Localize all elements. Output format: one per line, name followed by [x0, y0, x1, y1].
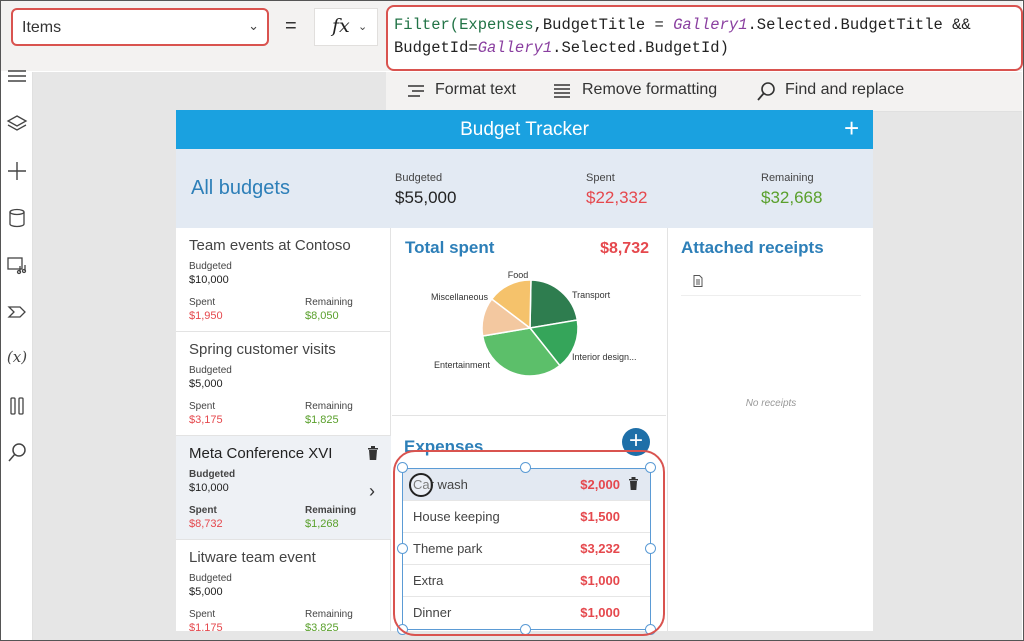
- formula-part: .Selected.BudgetId): [552, 39, 729, 57]
- remove-formatting-label: Remove formatting: [582, 81, 718, 98]
- remaining-label: Remaining: [761, 172, 814, 184]
- formula-control: Gallery1: [477, 39, 553, 57]
- remove-formatting-icon: [554, 84, 570, 98]
- app-title: Budget Tracker: [460, 119, 589, 140]
- plus-icon[interactable]: [6, 160, 28, 182]
- budget-name: Spring customer visits: [189, 341, 336, 358]
- variables-icon[interactable]: (x): [6, 348, 28, 370]
- budgeted-value: $55,000: [395, 188, 457, 207]
- budget-name: Meta Conference XVI: [189, 445, 333, 462]
- budgeted-label: Budgeted: [189, 365, 232, 376]
- divider: [681, 295, 861, 296]
- trash-icon[interactable]: [367, 446, 379, 460]
- highlight-outline: [393, 450, 665, 636]
- remaining-label: Remaining: [305, 505, 357, 516]
- budgeted-label: Budgeted: [189, 573, 232, 584]
- no-receipts-text: No receipts: [745, 398, 797, 409]
- search-icon[interactable]: [6, 442, 28, 464]
- pie-label-3: Miscellaneous: [431, 292, 489, 302]
- formula-part: ,BudgetTitle =: [533, 16, 674, 34]
- function-button[interactable]: fx ⌄: [314, 8, 378, 46]
- budgeted-value: $10,000: [189, 482, 229, 494]
- remaining-label: Remaining: [305, 401, 353, 412]
- format-text-label: Format text: [435, 81, 516, 98]
- spent-label: Spent: [189, 609, 216, 620]
- spent-label: Spent: [189, 297, 216, 308]
- receipts-panel: Attached receipts No receipts: [667, 228, 873, 631]
- spent-label: Spent: [189, 505, 217, 516]
- spent-label: Spent: [189, 401, 216, 412]
- media-icon[interactable]: [6, 254, 28, 276]
- formula-input[interactable]: Filter(Expenses,BudgetTitle = Gallery1.S…: [386, 5, 1023, 71]
- budget-item[interactable]: Spring customer visits Budgeted $5,000 S…: [176, 332, 391, 436]
- formula-function: Filter(: [394, 16, 460, 34]
- budgets-gallery: Team events at Contoso Budgeted $10,000 …: [176, 228, 391, 631]
- spent-value: $8,732: [189, 518, 223, 530]
- budget-item-selected[interactable]: Meta Conference XVI Budgeted $10,000 › S…: [176, 436, 391, 540]
- formula-control: Gallery1: [673, 16, 748, 34]
- left-rail: (x): [1, 70, 33, 640]
- equals-sign: =: [285, 15, 297, 37]
- expense-pie-chart: Transport Interior design... Entertainment…: [431, 270, 637, 377]
- database-icon[interactable]: [6, 207, 28, 229]
- remaining-value: $3,825: [305, 622, 339, 631]
- components-icon[interactable]: [6, 301, 28, 323]
- format-text-icon: [408, 85, 424, 97]
- pie-label-2: Entertainment: [434, 360, 491, 370]
- budget-item[interactable]: Litware team event Budgeted $5,000 Spent…: [176, 540, 391, 631]
- pie-label-0: Transport: [572, 290, 611, 300]
- formula-part: .Selected.BudgetTitle &&: [747, 16, 971, 34]
- formula-part: BudgetId=: [394, 39, 478, 57]
- chevron-down-icon: ⌄: [358, 21, 368, 33]
- find-replace-label: Find and replace: [785, 81, 905, 98]
- spent-value: $1,950: [189, 310, 223, 322]
- add-budget-icon[interactable]: +: [844, 115, 859, 141]
- all-budgets-heading: All budgets: [191, 177, 290, 199]
- budgeted-value: $5,000: [189, 378, 223, 390]
- chevron-down-icon: ⌄: [248, 18, 259, 33]
- app-header: Budget Tracker +: [176, 110, 873, 149]
- layers-icon[interactable]: [6, 113, 28, 135]
- total-spent-panel: Total spent $8,732 Transport Interior des…: [392, 228, 666, 414]
- spent-value: $22,332: [586, 188, 648, 207]
- document-icon: [693, 275, 703, 287]
- budget-item[interactable]: Team events at Contoso Budgeted $10,000 …: [176, 228, 391, 332]
- spent-value: $1,175: [189, 622, 223, 631]
- budgeted-label: Budgeted: [189, 469, 236, 480]
- budgeted-value: $10,000: [189, 274, 229, 286]
- remaining-value: $32,668: [761, 188, 823, 207]
- formula-bar: Items ⌄ = fx ⌄ Filter(Expenses,BudgetTit…: [1, 1, 1023, 71]
- property-dropdown[interactable]: Items ⌄: [11, 8, 269, 46]
- receipts-title: Attached receipts: [681, 238, 824, 257]
- fx-icon: fx: [332, 15, 350, 37]
- remaining-label: Remaining: [305, 297, 353, 308]
- remaining-value: $1,268: [305, 518, 339, 530]
- remaining-value: $8,050: [305, 310, 339, 322]
- menu-icon[interactable]: [6, 66, 28, 88]
- spent-value: $3,175: [189, 414, 223, 426]
- remaining-value: $1,825: [305, 414, 339, 426]
- remaining-label: Remaining: [305, 609, 353, 620]
- budgeted-label: Budgeted: [395, 172, 443, 184]
- search-icon: [757, 82, 775, 101]
- tools-icon[interactable]: [6, 395, 28, 417]
- formula-format-toolbar: Format text Remove formatting Find and r…: [386, 72, 1022, 112]
- pie-label-1: Interior design...: [572, 352, 637, 362]
- budget-summary: All budgets Budgeted $55,000 Spent $22,3…: [176, 149, 873, 228]
- budget-name: Litware team event: [189, 549, 316, 566]
- pie-label-4: Food: [508, 270, 529, 280]
- budgeted-label: Budgeted: [189, 261, 232, 272]
- spent-label: Spent: [586, 172, 615, 184]
- budget-name: Team events at Contoso: [189, 237, 351, 254]
- chevron-right-icon[interactable]: ›: [369, 481, 375, 502]
- canvas-background: [33, 72, 386, 112]
- property-value: Items: [22, 19, 62, 36]
- formula-source: Expenses: [459, 16, 534, 34]
- budgeted-value: $5,000: [189, 586, 223, 598]
